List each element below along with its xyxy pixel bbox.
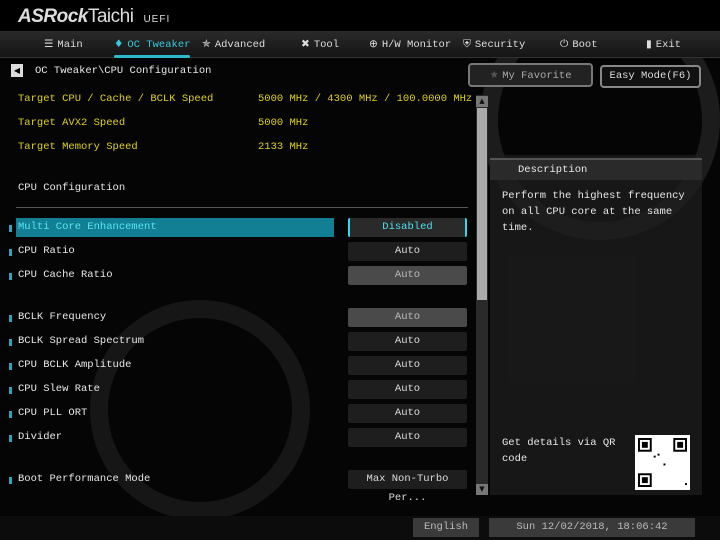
qr-module: [663, 463, 666, 466]
brand-logo: ASRockTaichi UEFI: [18, 6, 170, 28]
setting-label[interactable]: CPU BCLK Amplitude: [16, 356, 334, 375]
row-marker: [9, 225, 12, 232]
scroll-up-icon[interactable]: ▲: [476, 96, 488, 107]
tab-label: Main: [57, 39, 83, 51]
monitor-target-icon: ⊕: [369, 38, 378, 50]
tab-tool[interactable]: ✖ Tool: [301, 31, 339, 58]
brand-suffix: UEFI: [143, 14, 171, 25]
setting-label[interactable]: CPU Ratio: [16, 242, 334, 261]
tab-oc-tweaker[interactable]: ♦ OC Tweaker: [114, 31, 191, 58]
setting-row[interactable]: Boot Performance Mode Max Non-Turbo Per..…: [0, 470, 470, 504]
row-marker: [9, 387, 12, 394]
tab-advanced[interactable]: ✯ Advanced: [202, 31, 265, 58]
tab-label: OC Tweaker: [127, 39, 191, 51]
qr-caption: Get details via QR code: [502, 437, 616, 465]
qr-code: [635, 435, 690, 490]
target-value: 2133 MHz: [258, 141, 309, 153]
list-icon: ☰: [44, 38, 54, 50]
tab-label: Exit: [655, 39, 681, 51]
tab-label: Security: [474, 39, 526, 51]
setting-value-dropdown[interactable]: Auto: [348, 308, 467, 327]
setting-row[interactable]: CPU Cache Ratio Auto: [0, 266, 470, 286]
row-marker: [9, 249, 12, 256]
row-marker: [9, 477, 12, 484]
row-marker: [9, 435, 12, 442]
setting-label[interactable]: Multi Core Enhancement: [16, 218, 334, 237]
setting-row[interactable]: Multi Core Enhancement Disabled: [0, 218, 470, 238]
setting-value-dropdown[interactable]: Auto: [348, 380, 467, 399]
brand-model: Taichi: [87, 6, 134, 27]
target-value: 5000 MHz / 4300 MHz / 100.0000 MHz: [258, 93, 473, 105]
shield-icon: ⛨: [463, 38, 471, 50]
qr-module: [685, 483, 687, 486]
scroll-down-icon[interactable]: ▼: [476, 484, 488, 495]
setting-label[interactable]: CPU Slew Rate: [16, 380, 334, 399]
tab-label: H/W Monitor: [381, 39, 452, 51]
setting-label[interactable]: CPU PLL ORT: [16, 404, 334, 423]
setting-value-dropdown[interactable]: Max Non-Turbo Per...: [348, 470, 467, 504]
setting-label[interactable]: BCLK Spread Spectrum: [16, 332, 334, 351]
flame-icon: ♦: [114, 38, 124, 50]
target-value: 5000 MHz: [258, 117, 309, 129]
tab-boot[interactable]: ⏻ Boot: [560, 31, 598, 58]
language-button[interactable]: English: [413, 518, 479, 537]
my-favorite-label: My Favorite: [502, 70, 572, 82]
row-marker: [9, 363, 12, 370]
section-title: CPU Configuration: [18, 182, 126, 194]
scrollbar-thumb[interactable]: [477, 108, 487, 300]
door-icon: ▮: [646, 38, 652, 50]
target-label: Target CPU / Cache / BCLK Speed: [18, 93, 214, 105]
breadcrumb: ◀ OC Tweaker\CPU Configuration: [11, 64, 211, 77]
tab-label: Tool: [313, 39, 340, 51]
tab-label: Advanced: [214, 39, 266, 51]
setting-value-dropdown[interactable]: Auto: [348, 242, 467, 261]
setting-value-dropdown[interactable]: Disabled: [348, 218, 467, 237]
description-text: Perform the highest frequency on all CPU…: [502, 190, 685, 234]
tab-h-w-monitor[interactable]: ⊕ H/W Monitor: [369, 31, 451, 58]
setting-row[interactable]: CPU PLL ORT Auto: [0, 404, 470, 424]
row-marker: [9, 315, 12, 322]
power-icon: ⏻: [560, 38, 569, 50]
star-icon: ★: [489, 69, 503, 81]
setting-label[interactable]: Boot Performance Mode: [16, 470, 334, 489]
my-favorite-button[interactable]: ★ My Favorite: [468, 63, 593, 87]
row-marker: [9, 273, 12, 280]
setting-row[interactable]: BCLK Spread Spectrum Auto: [0, 332, 470, 352]
setting-row[interactable]: CPU Ratio Auto: [0, 242, 470, 262]
breadcrumb-text: OC Tweaker\CPU Configuration: [35, 65, 212, 77]
row-marker: [9, 411, 12, 418]
tools-icon: ✖: [301, 38, 310, 50]
setting-row[interactable]: Divider Auto: [0, 428, 470, 448]
setting-value-dropdown[interactable]: Auto: [348, 266, 467, 285]
qr-module: [657, 453, 660, 456]
main-nav: ☰ Main ♦ OC Tweaker ✯ Advanced ✖ Tool ⊕ H/W Monit…: [0, 31, 720, 58]
target-label: Target AVX2 Speed: [18, 117, 126, 129]
setting-label[interactable]: Divider: [16, 428, 334, 447]
setting-label[interactable]: CPU Cache Ratio: [16, 266, 334, 285]
divider: [16, 207, 468, 208]
row-marker: [9, 339, 12, 346]
tab-main[interactable]: ☰ Main: [44, 31, 83, 58]
setting-row[interactable]: CPU BCLK Amplitude Auto: [0, 356, 470, 376]
setting-value-dropdown[interactable]: Auto: [348, 356, 467, 375]
date-time: Sun 12/02/2018, 18:06:42: [489, 518, 695, 537]
qr-module: [653, 455, 656, 458]
setting-value-dropdown[interactable]: Auto: [348, 332, 467, 351]
easy-mode-button[interactable]: Easy Mode(F6): [600, 65, 701, 88]
tab-security[interactable]: ⛨ Security: [463, 31, 525, 58]
setting-label[interactable]: BCLK Frequency: [16, 308, 334, 327]
tab-label: Boot: [572, 39, 598, 51]
setting-row[interactable]: CPU Slew Rate Auto: [0, 380, 470, 400]
brand-name: ASRock: [18, 6, 88, 27]
tab-exit[interactable]: ▮ Exit: [646, 31, 681, 58]
description-title: Description: [490, 158, 702, 180]
setting-value-dropdown[interactable]: Auto: [348, 404, 467, 423]
setting-value-dropdown[interactable]: Auto: [348, 428, 467, 447]
back-arrow-icon[interactable]: ◀: [11, 64, 23, 77]
setting-row[interactable]: BCLK Frequency Auto: [0, 308, 470, 328]
star-wrench-icon: ✯: [202, 38, 211, 50]
target-label: Target Memory Speed: [18, 141, 138, 153]
